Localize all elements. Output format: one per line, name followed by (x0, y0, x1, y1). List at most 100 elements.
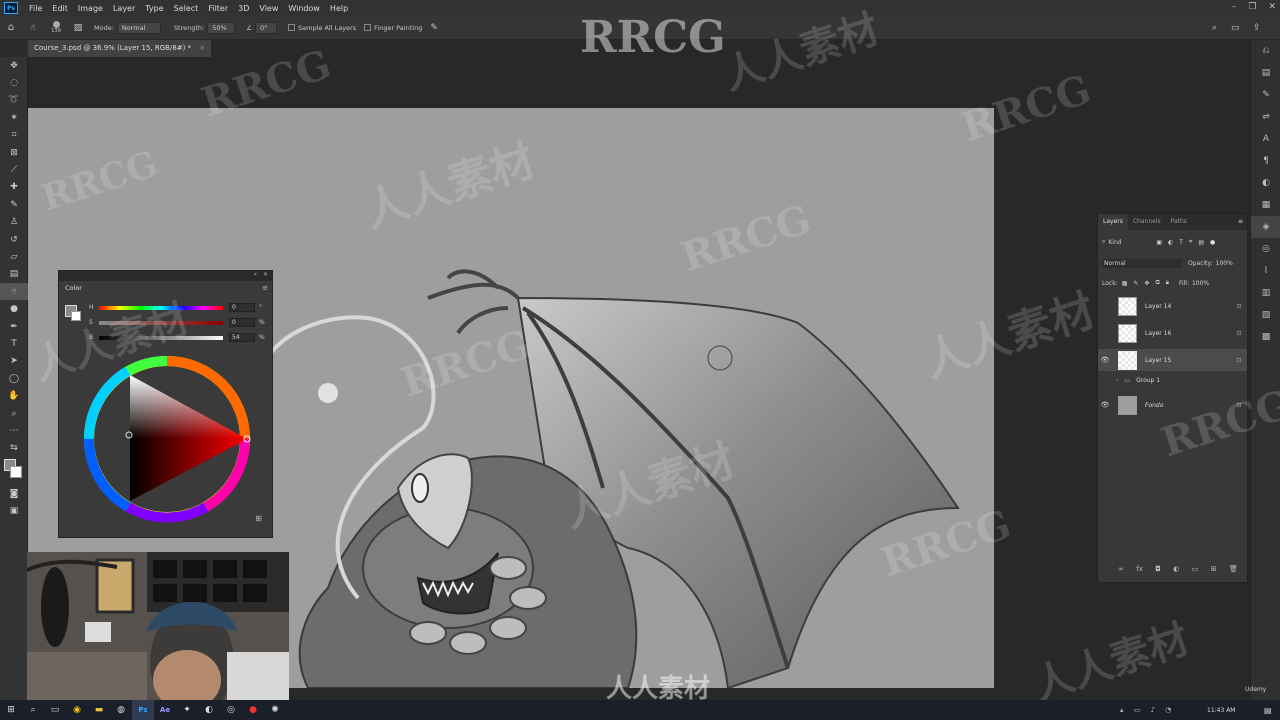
healing-tool-icon[interactable]: ✚ (0, 179, 28, 196)
menu-help[interactable]: Help (325, 4, 353, 13)
pen-tool-icon[interactable]: ✒ (0, 318, 28, 335)
app-icon[interactable]: ◐ (198, 700, 220, 720)
gradients-panel-icon[interactable]: ▧ (1251, 304, 1280, 326)
menu-type[interactable]: Type (140, 4, 168, 13)
menu-filter[interactable]: Filter (203, 4, 233, 13)
eyedropper-tool-icon[interactable]: ⟋ (0, 161, 28, 178)
finger-painting-checkbox[interactable] (364, 24, 372, 31)
menu-file[interactable]: File (24, 4, 47, 13)
menu-window[interactable]: Window (283, 4, 325, 13)
character-panel-icon[interactable]: A (1251, 128, 1280, 150)
dodge-tool-icon[interactable]: ● (0, 300, 28, 317)
restore-icon[interactable]: ❐ (1248, 2, 1256, 12)
menu-select[interactable]: Select (169, 4, 204, 13)
path-selection-tool-icon[interactable]: ➤ (0, 353, 28, 370)
libraries-panel-icon[interactable]: ▥ (1251, 282, 1280, 304)
paragraph-panel-icon[interactable]: ¶ (1251, 150, 1280, 172)
app-icon[interactable]: ◍ (110, 700, 132, 720)
tab-close-icon[interactable]: × (199, 44, 205, 52)
collapse-icon[interactable]: « (253, 271, 257, 278)
tab-color[interactable]: Color (59, 281, 88, 295)
document-tab[interactable]: Course_3.psd @ 36.9% (Layer 15, RGB/8#) … (28, 40, 212, 57)
lasso-tool-icon[interactable]: ➰ (0, 92, 28, 109)
color-panel-icon[interactable]: ◐ (1251, 172, 1280, 194)
tab-channels[interactable]: Channels (1128, 214, 1166, 230)
filter-adjustment-icon[interactable]: ◐ (1168, 239, 1173, 246)
adjustments-panel-icon[interactable]: ⇌ (1251, 106, 1280, 128)
brush-settings-panel-icon[interactable]: ✎ (1251, 84, 1280, 106)
eye-icon[interactable]: 👁︎ (1098, 356, 1112, 364)
quick-mask-icon[interactable]: ◙ (0, 485, 28, 502)
search-icon[interactable]: ⌕ (22, 700, 44, 720)
tab-paths[interactable]: Paths (1166, 214, 1192, 230)
bg-color-preview[interactable] (71, 311, 81, 321)
eraser-tool-icon[interactable]: ▱ (0, 248, 28, 265)
stamp-tool-icon[interactable]: ♙ (0, 214, 28, 231)
adjustment-layer-icon[interactable]: ◐ (1173, 565, 1179, 577)
angle-field[interactable]: 0° (255, 21, 278, 34)
layers-panel-icon[interactable]: ◈ (1251, 216, 1280, 238)
sample-all-layers-checkbox[interactable] (288, 24, 296, 31)
menu-view[interactable]: View (254, 4, 283, 13)
layer-row[interactable]: Layer 14 ⊡ (1098, 295, 1247, 317)
lock-transparent-icon[interactable]: ▦ (1122, 280, 1128, 287)
notification-icon[interactable]: ▤ (1264, 706, 1272, 715)
app-icon[interactable]: ✦ (176, 700, 198, 720)
marquee-tool-icon[interactable]: ◌ (0, 74, 28, 91)
screen-mode-icon[interactable]: ▣ (0, 502, 28, 519)
hue-slider[interactable] (99, 306, 223, 310)
lock-all-icon[interactable]: 🔒︎ (1166, 279, 1169, 287)
history-brush-tool-icon[interactable]: ↺ (0, 231, 28, 248)
new-group-icon[interactable]: ▭ (1192, 565, 1199, 577)
swatches-panel-icon[interactable]: ▦ (1251, 194, 1280, 216)
brush-settings-icon[interactable]: ▨ (68, 23, 88, 33)
menu-layer[interactable]: Layer (108, 4, 140, 13)
share-icon[interactable]: ⇪ (1253, 23, 1261, 33)
mode-select[interactable]: Normal (116, 21, 161, 34)
eye-icon[interactable]: 👁︎ (1098, 401, 1112, 409)
channels-panel-icon[interactable]: ◎ (1251, 238, 1280, 260)
home-icon[interactable]: ⌂ (0, 22, 22, 33)
panel-menu-icon[interactable]: ≡ (1234, 214, 1247, 230)
task-view-icon[interactable]: ▭ (44, 700, 66, 720)
panel-menu-icon[interactable]: ≡ (262, 284, 268, 292)
trash-icon[interactable]: 🗑︎ (1229, 565, 1238, 577)
pressure-icon[interactable]: ✎ (430, 23, 438, 33)
menu-image[interactable]: Image (73, 4, 108, 13)
add-mask-icon[interactable]: ◘ (1155, 565, 1161, 577)
brightness-value-field[interactable]: 54 (229, 333, 255, 342)
filter-toggle-icon[interactable]: ● (1210, 239, 1215, 246)
layer-row[interactable]: Layer 16 ⊡ (1098, 322, 1247, 344)
brightness-slider[interactable] (99, 336, 223, 340)
panel-close-icon[interactable]: ✕ (263, 271, 268, 278)
file-explorer-icon[interactable]: ▬ (88, 700, 110, 720)
smudge-tool-preset-icon[interactable]: ☝ (22, 23, 44, 33)
start-icon[interactable]: ⊞ (0, 700, 22, 720)
background-color-swatch[interactable] (10, 465, 22, 478)
frame-tool-icon[interactable]: ⊠ (0, 144, 28, 161)
tab-layers[interactable]: Layers (1098, 214, 1128, 230)
close-icon[interactable]: ✕ (1268, 2, 1276, 12)
after-effects-icon[interactable]: Ae (154, 700, 176, 720)
menu-3d[interactable]: 3D (233, 4, 254, 13)
more-tools-icon[interactable]: ⋯ (0, 422, 28, 439)
move-tool-icon[interactable]: ✥ (0, 57, 28, 74)
lock-artboard-icon[interactable]: ⧉ (1155, 279, 1159, 287)
layer-style-icon[interactable]: fx (1136, 565, 1143, 577)
type-tool-icon[interactable]: T (0, 335, 28, 352)
fill-field[interactable]: 100% (1192, 280, 1209, 287)
brush-preview[interactable]: 139 (44, 21, 68, 34)
swap-colors-icon[interactable]: ⇆ (0, 440, 28, 457)
saturation-slider[interactable] (99, 321, 223, 325)
menu-edit[interactable]: Edit (47, 4, 73, 13)
workspace-icon[interactable]: ▭ (1231, 23, 1240, 33)
lock-image-icon[interactable]: ✎ (1133, 280, 1138, 287)
zoom-tool-icon[interactable]: ⌕ (0, 405, 28, 422)
group-row[interactable]: › ▭ Group 1 (1098, 372, 1247, 388)
lock-position-icon[interactable]: ✥ (1144, 280, 1149, 287)
color-panel-header[interactable]: « ✕ (59, 271, 272, 281)
layer-row-selected[interactable]: 👁︎ Layer 15 ⊡ (1098, 349, 1247, 371)
app-icon[interactable]: ● (242, 700, 264, 720)
shape-tool-icon[interactable]: ◯ (0, 370, 28, 387)
history-panel-icon[interactable]: ⎌ (1251, 40, 1280, 62)
